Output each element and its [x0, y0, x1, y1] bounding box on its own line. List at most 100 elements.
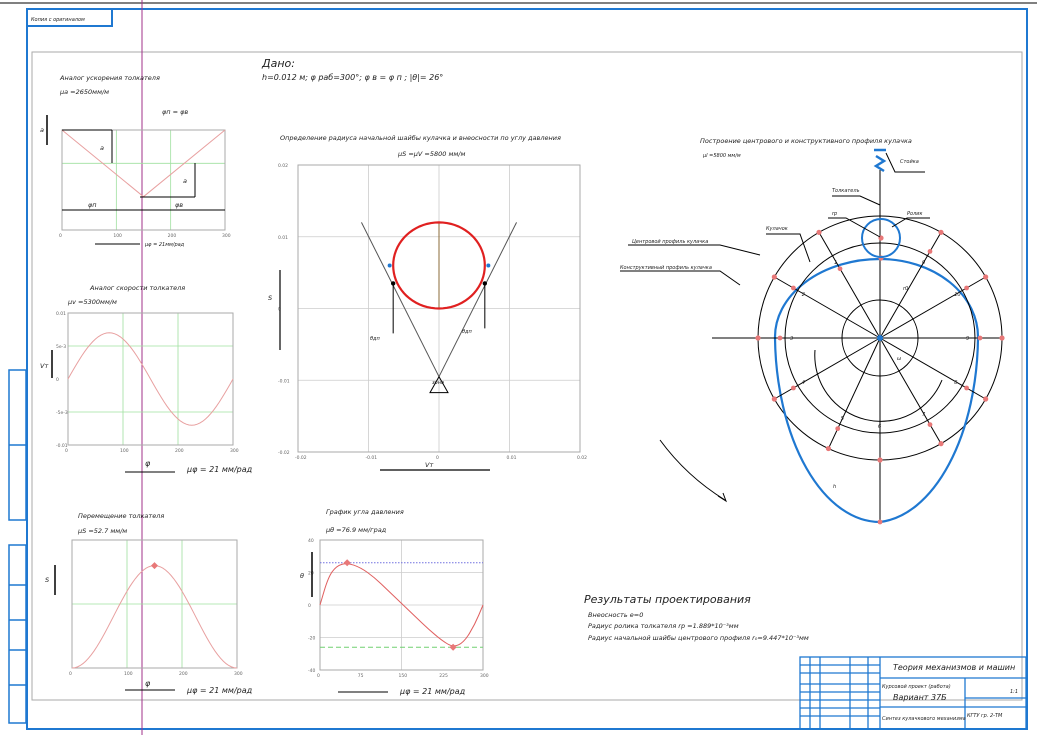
- displacement-scale: μS =52.7 мм/м: [77, 527, 127, 535]
- x-tick-label: 300: [222, 233, 231, 239]
- y-tick-label: -0.01: [56, 443, 68, 449]
- displacement-title: Перемещение толкателя: [78, 512, 164, 520]
- design-profile-point: [777, 335, 783, 341]
- side-stamp-bottom: [8, 544, 27, 724]
- accel-axis-y: a: [40, 126, 44, 134]
- tangent-point: [482, 281, 488, 286]
- point-number-label: 8: [954, 380, 957, 386]
- corner-label: Копия с оригиналом: [31, 17, 85, 23]
- displacement-axis-y: S: [45, 576, 49, 584]
- h-label: h: [833, 484, 836, 490]
- given-title: Дано:: [261, 57, 295, 70]
- y-tick-label: 0.01: [56, 311, 66, 317]
- velocity-phi-scale: μφ = 21 мм/рад: [186, 465, 253, 474]
- cam-label: Кулачок: [766, 226, 788, 232]
- y-tick-label: -20: [308, 636, 315, 642]
- ray-line: [827, 337, 881, 449]
- point-number-label: 3: [790, 336, 793, 342]
- velocity-series-line: [67, 332, 234, 426]
- center-profile-point: [999, 335, 1005, 341]
- tb-variant: Вариант 37Б: [893, 693, 947, 702]
- pressure-axis-y: θ: [300, 572, 304, 580]
- velocity-scale: μv =5300мм/м: [67, 298, 117, 306]
- point-number-label: 6: [878, 424, 881, 430]
- accel-a-label: a: [100, 144, 104, 152]
- roller-radius-label: rр: [832, 211, 837, 217]
- x-tick-label: 75: [358, 673, 364, 679]
- theta-label-1: θдп: [370, 336, 381, 342]
- accel-phi-scale: μφ = 21мм/рад: [144, 242, 185, 248]
- point-number-label: 5: [841, 416, 844, 422]
- x-tick-label: 0.01: [507, 455, 517, 461]
- y-tick-label: 20: [308, 571, 314, 577]
- design-profile-point: [964, 285, 970, 291]
- displacement-chart: 0 100 200 300: [69, 539, 243, 677]
- x-tick-label: -0.02: [295, 455, 307, 461]
- tb-work: Курсовой проект (работа): [882, 684, 951, 690]
- stand-icon: [873, 148, 887, 173]
- design-profile-point: [964, 385, 970, 391]
- x-tick-label: 200: [179, 671, 188, 677]
- drawing-canvas: Копия с оригиналом Дано: h=0.012 м; φ ра…: [0, 0, 1037, 735]
- center-profile-point: [877, 457, 883, 463]
- velocity-axis-y: Vт: [40, 362, 48, 370]
- accel-note: φп = φв: [162, 108, 188, 116]
- displacement-axis-x: φ: [145, 679, 151, 688]
- velocity-title: Аналог скорости толкателя: [89, 284, 185, 292]
- x-tick-label: 100: [113, 233, 122, 239]
- y-tick-label: -0.02: [278, 450, 290, 456]
- x-tick-label: 200: [168, 233, 177, 239]
- x-tick-label: 300: [480, 673, 489, 679]
- y-tick-label: 0: [56, 377, 59, 383]
- accel-title: Аналог ускорения толкателя: [59, 74, 160, 82]
- x-tick-label: 200: [175, 448, 184, 454]
- cam-center: [877, 335, 883, 341]
- velocity-axis-x: φ: [145, 459, 151, 468]
- displacement-series-line: [71, 565, 238, 669]
- accel-scale: μa =2650мм/м: [59, 88, 109, 96]
- y-tick-label: 0: [308, 603, 311, 609]
- results-title: Результаты проектирования: [584, 593, 751, 606]
- point-number-label: 2: [802, 292, 805, 298]
- y-tick-label: 0.01: [278, 235, 288, 241]
- design-profile-point: [927, 248, 933, 254]
- tb-discipline: Теория механизмов и машин: [893, 663, 1015, 672]
- plot-frame: [61, 129, 226, 231]
- point-number-label: 9: [966, 336, 969, 342]
- displacement-phi-scale: μφ = 21 мм/рад: [186, 686, 253, 695]
- design-profile-point: [927, 422, 933, 428]
- cam-title: Построение центрового и конструктивного …: [700, 137, 912, 145]
- accel-chart: 0 100 200 300: [59, 129, 231, 239]
- point-number-label: 4: [802, 380, 805, 386]
- max-velocity-point: [486, 263, 491, 268]
- x-tick-label: 0: [436, 455, 439, 461]
- omega-label: ω: [897, 356, 901, 362]
- x-tick-label: 0: [59, 233, 62, 239]
- radius-plot-title: Определение радиуса начальной шайбы кула…: [280, 134, 561, 142]
- radius-plot-scale: μS =μV =5800 мм/м: [397, 150, 465, 158]
- center-profile-point: [938, 229, 944, 235]
- drawing-sheet: Копия с оригиналом Дано: h=0.012 м; φ ра…: [0, 0, 1037, 735]
- tangent-line-right: [438, 222, 517, 377]
- center-profile-point: [816, 229, 822, 235]
- radius-axis-y: S: [268, 294, 272, 302]
- accel-phi-label-1: φп: [88, 201, 97, 209]
- center-profile-point: [825, 445, 832, 452]
- x-tick-label: -0.01: [366, 455, 378, 461]
- x-tick-label: 0: [317, 673, 320, 679]
- radius-chart: -0.02-0.0100.010.020.020.010-0.01-0.02: [278, 163, 587, 461]
- center-profile-point: [983, 396, 989, 402]
- design-profile-label: Конструктивный профиль кулачка: [620, 265, 712, 271]
- center-profile-point: [771, 274, 777, 280]
- design-profile-point: [835, 426, 841, 432]
- y-tick-label: 5e-3: [56, 344, 66, 350]
- pressure-phi-scale: μφ = 21 мм/рад: [399, 687, 466, 696]
- point-number-label: 1: [834, 260, 837, 266]
- inner-frame: [31, 51, 1023, 701]
- pressure-title: График угла давления: [326, 508, 404, 516]
- center-profile-point: [755, 335, 761, 341]
- r0-label: r0: [903, 286, 908, 292]
- y-tick-label: 40: [308, 538, 314, 544]
- center-profile-label: Центровой профиль кулачка: [632, 239, 708, 245]
- y-tick-label: -0.01: [278, 378, 290, 384]
